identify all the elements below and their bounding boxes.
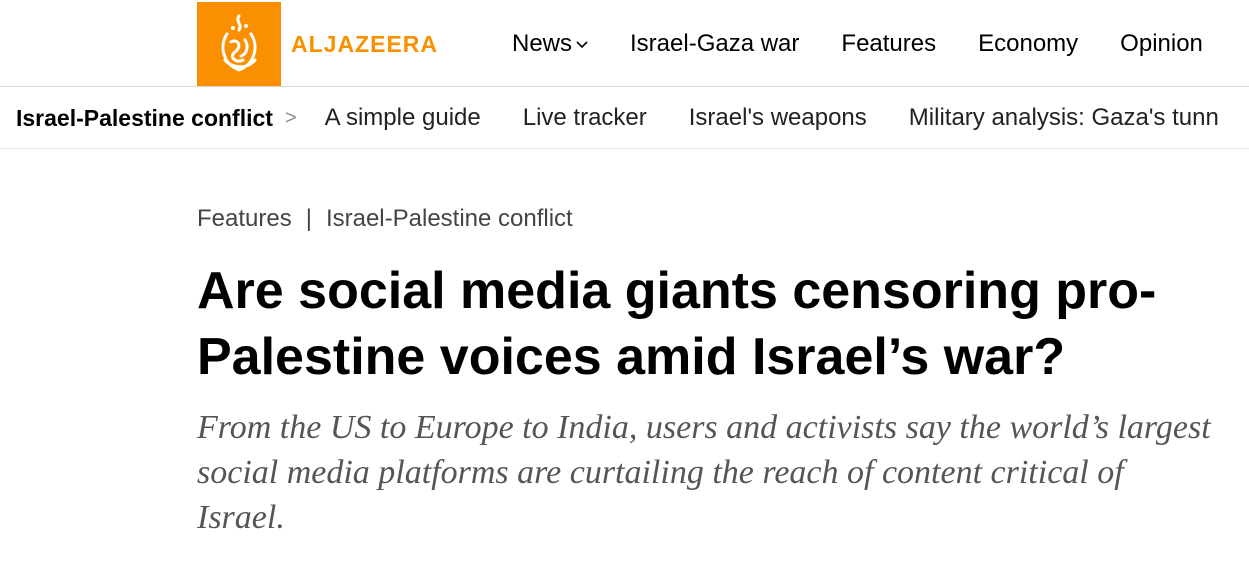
breadcrumb-topic-link[interactable]: Israel-Palestine conflict <box>326 205 573 233</box>
nav-item-features[interactable]: Features <box>841 30 936 58</box>
nav-item-label: News <box>512 30 573 57</box>
topic-subnav: Israel-Palestine conflict > A simple gui… <box>0 87 1249 149</box>
subnav-chevron-separator: > <box>284 106 297 129</box>
subnav-link-live-tracker[interactable]: Live tracker <box>523 104 647 132</box>
calligraphy-logo-icon <box>221 14 257 72</box>
nav-item-economy[interactable]: Economy <box>978 30 1078 58</box>
topic-title-link[interactable]: Israel-Palestine conflict <box>16 105 273 132</box>
breadcrumb: Features | Israel-Palestine conflict <box>197 205 573 233</box>
nav-item-news[interactable]: News <box>512 30 588 58</box>
chevron-down-icon <box>576 41 588 49</box>
site-header: ALJAZEERA News Israel-Gaza war Features … <box>0 0 1249 87</box>
aljazeera-logo-icon[interactable] <box>197 2 281 86</box>
main-navigation: News Israel-Gaza war Features Economy Op… <box>512 28 1203 60</box>
breadcrumb-section-link[interactable]: Features <box>197 205 292 233</box>
breadcrumb-separator: | <box>305 205 312 232</box>
nav-item-opinion[interactable]: Opinion <box>1120 30 1203 58</box>
subnav-link-simple-guide[interactable]: A simple guide <box>325 104 481 132</box>
subnav-link-israels-weapons[interactable]: Israel's weapons <box>689 104 867 132</box>
subnav-link-military-analysis[interactable]: Military analysis: Gaza's tunn <box>909 104 1219 132</box>
nav-item-israel-gaza-war[interactable]: Israel-Gaza war <box>630 30 799 58</box>
topic-subnav-row: Israel-Palestine conflict > A simple gui… <box>16 104 1249 132</box>
article-subheadline: From the US to Europe to India, users an… <box>197 409 1211 536</box>
article-headline: Are social media giants censoring pro-Pa… <box>197 262 1157 386</box>
brand-name[interactable]: ALJAZEERA <box>291 30 438 58</box>
